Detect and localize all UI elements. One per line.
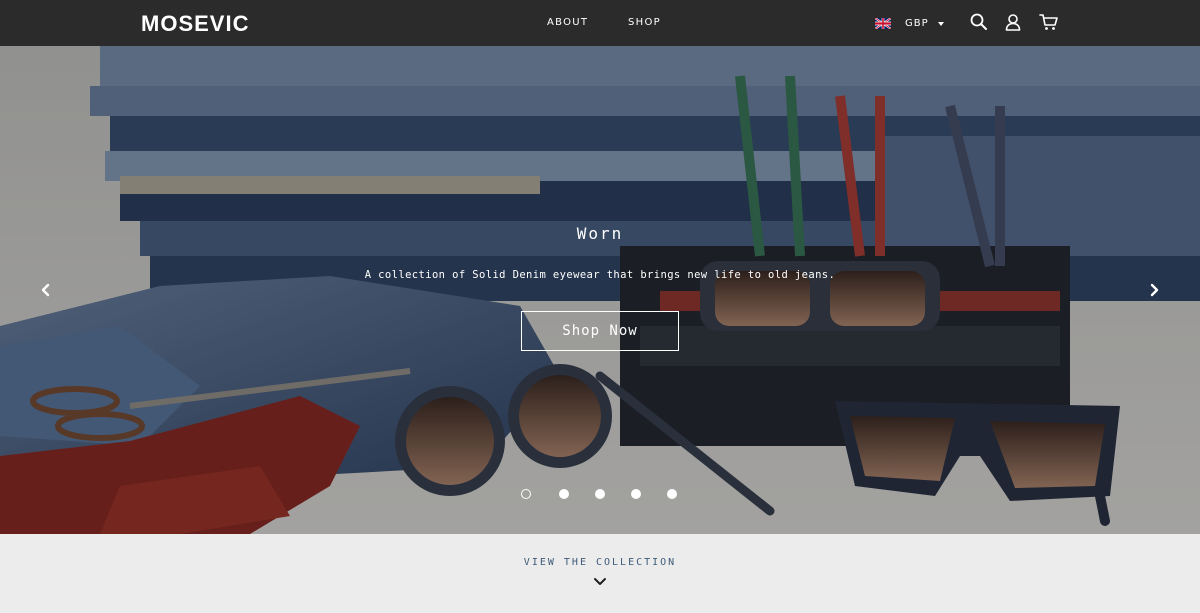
chevron-right-icon[interactable]: [1146, 282, 1162, 298]
currency-code: GBP: [905, 17, 929, 29]
hero-overlay: [0, 46, 1200, 534]
slide-title: Worn: [576, 224, 624, 243]
chevron-down-icon[interactable]: [593, 577, 607, 587]
caret-down-icon: [937, 22, 944, 26]
slider-dot-3[interactable]: [595, 489, 605, 499]
logo[interactable]: MOSEVIC: [141, 11, 249, 37]
chevron-left-icon[interactable]: [38, 282, 54, 298]
slider-dot-2[interactable]: [559, 489, 569, 499]
view-collection-link[interactable]: VIEW THE COLLECTION: [0, 557, 1200, 568]
nav-shop-link[interactable]: SHOP: [628, 17, 661, 28]
slide-subtitle: A collection of Solid Denim eyewear that…: [364, 269, 836, 281]
site-header: MOSEVIC ABOUT SHOP GBP: [0, 0, 1200, 46]
account-icon[interactable]: [1003, 12, 1023, 32]
uk-flag-icon: [875, 17, 891, 29]
slider-dot-4[interactable]: [631, 489, 641, 499]
nav-about-link[interactable]: ABOUT: [547, 17, 588, 28]
hero-slider: Worn A collection of Solid Denim eyewear…: [0, 46, 1200, 534]
currency-selector[interactable]: GBP: [875, 14, 944, 32]
cart-icon[interactable]: [1039, 12, 1059, 32]
slider-dot-1[interactable]: [521, 489, 531, 499]
slider-dot-5[interactable]: [667, 489, 677, 499]
shop-now-button[interactable]: Shop Now: [521, 311, 679, 351]
collection-strip: VIEW THE COLLECTION: [0, 534, 1200, 613]
search-icon[interactable]: [969, 12, 989, 32]
